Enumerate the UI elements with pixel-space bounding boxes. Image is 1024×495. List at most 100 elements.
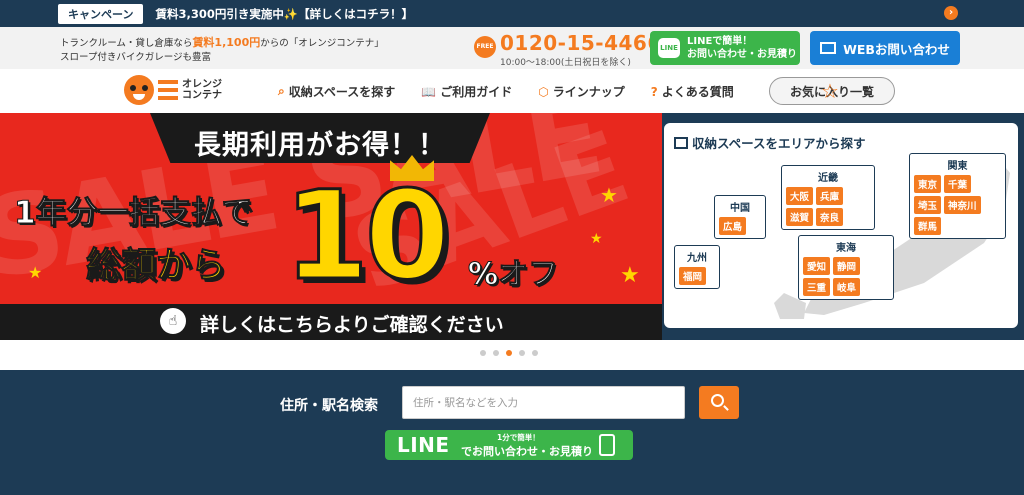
campaign-badge: キャンペーン [58,3,144,24]
search-icon [711,394,724,407]
hero-cta-band[interactable]: ☝ 詳しくはこちらよりご確認ください [0,304,672,340]
campaign-link[interactable]: 賃料3,300円引き実施中✨【詳しくはコチラ！】 [155,6,413,22]
chevron-right-icon[interactable]: › [944,6,958,20]
region-tokai-name: 東海 [836,243,856,254]
line-contact-button[interactable]: LINE LINEで簡単！ お問い合わせ・お見積り [650,31,800,65]
campaign-bar[interactable]: キャンペーン 賃料3,300円引き実施中✨【詳しくはコチラ！】 › [0,0,1024,27]
nav-faq-label: よくある質問 [661,85,734,99]
pref-nara[interactable]: 奈良 [816,208,844,226]
region-chugoku-name: 中国 [730,203,750,214]
carousel-dot[interactable] [532,350,538,356]
phone-hours: 10:00～18:00(土日祝日を除く) [500,58,631,68]
logo-text-1: オレンジ [182,79,222,90]
region-kinki: 近畿 大阪 兵庫 滋賀 奈良 [781,165,875,230]
pref-saitama[interactable]: 埼玉 [914,196,942,214]
pref-hiroshima[interactable]: 広島 [719,217,747,235]
region-kanto: 関東 東京 千葉 埼玉 神奈川 群馬 [909,153,1006,239]
carousel-dot[interactable] [480,350,486,356]
book-icon: 📖 [421,84,437,99]
hero-line-2: 総額から [85,246,227,287]
pref-kanagawa[interactable]: 神奈川 [944,196,981,214]
star-icon: ☆ [821,79,839,103]
tagline: トランクルーム・貸し倉庫なら賃料1,100円からの「オレンジコンテナ」 スロープ… [60,36,384,65]
nav-guide-label: ご利用ガイド [440,85,513,99]
tagline-prefix: トランクルーム・貸し倉庫なら [60,38,193,49]
sparkle-icon: ★ [620,263,640,288]
free-dial-icon: FREE [474,36,496,58]
address-search-input[interactable] [402,386,685,419]
pref-aichi[interactable]: 愛知 [803,257,831,275]
hero-discount-number: 10 [283,165,452,307]
tagline-price: 賃料1,100円 [192,36,261,49]
carousel-dot[interactable] [493,350,499,356]
smartphone-icon [599,434,615,456]
logo-text: オレンジ コンテナ [182,79,222,101]
line-contact-label-2: お問い合わせ・お見積り [687,49,797,60]
line-icon: LINE [658,38,680,58]
line-banner-logo: LINE [397,433,450,457]
hero-cta-text[interactable]: 詳しくはこちらよりご確認ください [200,310,504,337]
hero-banner[interactable]: SALE SALE SALE 長期利用がお得！！ 1年分一括支払で 総額から 1… [0,113,672,340]
hero-line-1: 1年分一括支払で [14,195,254,232]
sparkle-icon: ★ [28,263,43,282]
pref-shizuoka[interactable]: 静岡 [833,257,861,275]
map-icon [674,137,688,149]
region-tokai: 東海 愛知 静岡 三重 岐阜 [798,235,894,300]
carousel-dot-active[interactable] [506,350,512,356]
tap-hand-icon: ☝ [160,308,186,334]
pref-shiga[interactable]: 滋賀 [786,208,814,226]
search-icon: ⌕ [278,84,285,98]
sparkle-icon: ★ [590,231,603,247]
line-contact-label: LINEで簡単！ お問い合わせ・お見積り [687,35,797,61]
line-inquiry-banner[interactable]: LINE 1分で簡単！ でお問い合わせ・お見積り [385,430,633,460]
line-banner-tagline: 1分で簡単！ [497,433,540,442]
region-chugoku: 中国 広島 [714,195,766,239]
pref-tokyo[interactable]: 東京 [914,175,942,193]
region-kyushu: 九州 福岡 [674,245,720,289]
area-map-card: 収納スペースをエリアから探す 近畿 大阪 兵庫 滋賀 奈良 関東 東京 千葉 埼… [664,123,1018,328]
nav-faq[interactable]: ? よくある質問 [651,83,734,100]
logo-text-2: コンテナ [182,90,222,101]
pref-gifu[interactable]: 岐阜 [833,278,861,296]
region-kanto-name: 関東 [947,161,968,172]
carousel-dots [480,350,545,356]
region-kyushu-name: 九州 [687,253,707,264]
pref-mie[interactable]: 三重 [803,278,831,296]
pref-fukuoka[interactable]: 福岡 [679,267,707,285]
nav-lineup-label: ラインナップ [552,85,625,99]
region-kinki-name: 近畿 [818,173,838,184]
nav-search-space[interactable]: ⌕ 収納スペースを探す [278,83,395,100]
search-button[interactable] [699,386,739,419]
box-icon: ⬡ [538,84,549,99]
info-bar: トランクルーム・貸し倉庫なら賃料1,100円からの「オレンジコンテナ」 スロープ… [0,27,1024,69]
nav-search-space-label: 収納スペースを探す [288,85,396,99]
web-contact-button[interactable]: WEBお問い合わせ [810,31,960,65]
pref-osaka[interactable]: 大阪 [786,187,814,205]
question-icon: ? [650,84,658,99]
hero-title: 長期利用がお得！！ [194,130,446,161]
mail-icon [820,42,837,54]
main-header: オレンジ コンテナ ⌕ 収納スペースを探す 📖 ご利用ガイド ⬡ ラインナップ … [0,69,1024,113]
logo-bars-icon [158,80,178,100]
web-contact-label: WEBお問い合わせ [843,41,950,57]
hero-percent-off: %オフ [467,257,559,293]
tiger-logo-icon [124,75,154,105]
nav-guide[interactable]: 📖 ご利用ガイド [421,83,512,100]
line-contact-label-1: LINEで簡単！ [687,36,753,47]
pref-hyogo[interactable]: 兵庫 [816,187,844,205]
hero-title-band: 長期利用がお得！！ [150,113,490,163]
pref-chiba[interactable]: 千葉 [944,175,972,193]
phone-number[interactable]: 0120-15-4466 [500,31,662,55]
favorites-button[interactable]: ☆ お気に入り一覧 [769,77,895,105]
tagline-suffix: からの「オレンジコンテナ」 [260,38,384,49]
site-logo[interactable]: オレンジ コンテナ [124,75,222,105]
line-banner-text: でお問い合わせ・お見積り [461,445,593,458]
carousel-dot[interactable] [519,350,525,356]
pref-gunma[interactable]: 群馬 [914,217,942,235]
area-search-panel: 収納スペースをエリアから探す 近畿 大阪 兵庫 滋賀 奈良 関東 東京 千葉 埼… [662,113,1024,340]
sparkle-icon: ★ [600,183,618,207]
tagline-garage: スロープ付きバイクガレージも豊富 [60,52,212,63]
main-nav: ⌕ 収納スペースを探す 📖 ご利用ガイド ⬡ ラインナップ ? よくある質問 [278,83,760,100]
nav-lineup[interactable]: ⬡ ラインナップ [538,83,625,100]
address-search-section: 住所・駅名検索 LINE 1分で簡単！ でお問い合わせ・お見積り [0,370,1024,495]
